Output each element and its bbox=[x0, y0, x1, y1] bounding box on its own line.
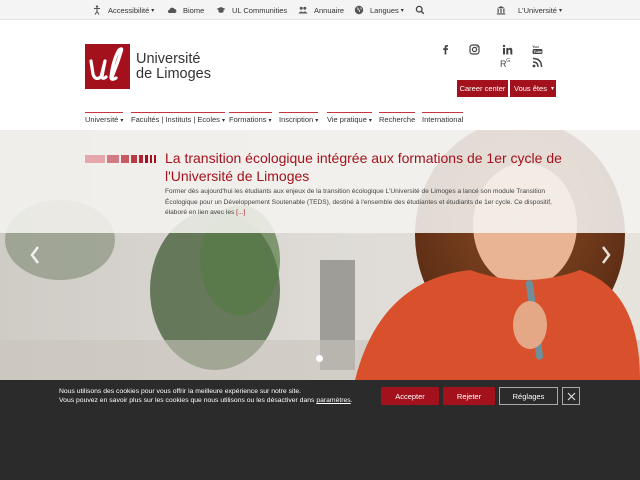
nav-item-recherche[interactable]: Recherche bbox=[379, 112, 416, 126]
brand-stripes-icon bbox=[85, 155, 156, 163]
chevron-down-icon: ▾ bbox=[551, 86, 555, 92]
accessibility-label: Accessibilité bbox=[108, 5, 150, 15]
nav-item-label: International bbox=[422, 115, 464, 124]
universite-label: L'Université bbox=[518, 5, 557, 15]
globe-icon bbox=[354, 5, 364, 15]
nav-item-label: Formations bbox=[229, 115, 267, 124]
chevron-down-icon: ▾ bbox=[120, 118, 124, 124]
institution-icon bbox=[496, 6, 506, 15]
carousel-next-button[interactable] bbox=[600, 245, 612, 271]
chevron-down-icon: ▾ bbox=[268, 118, 272, 124]
cookie-line-1: Nous utilisons des cookies pour vous off… bbox=[59, 388, 302, 395]
users-icon bbox=[298, 6, 308, 14]
accessibility-menu[interactable]: Accessibilité ▾ bbox=[92, 0, 154, 20]
nav-item-international[interactable]: International bbox=[422, 112, 464, 126]
cookie-line-2: Vous pouvez en savoir plus sur les cooki… bbox=[59, 396, 379, 405]
vous-etes-label: Vous êtes bbox=[514, 84, 547, 93]
nav-item-formations[interactable]: Formations ▾ bbox=[229, 112, 272, 126]
cookie-settings-link[interactable]: paramètres bbox=[316, 397, 350, 404]
cloud-icon bbox=[167, 7, 177, 14]
logo-wordmark: Université de Limoges bbox=[136, 50, 211, 82]
linkedin-icon[interactable] bbox=[502, 44, 513, 55]
chevron-down-icon: ▾ bbox=[558, 7, 562, 14]
graduation-cap-icon bbox=[216, 7, 226, 13]
chevron-down-icon: ▾ bbox=[151, 7, 155, 14]
chevron-left-icon bbox=[30, 246, 39, 264]
biome-label: Biome bbox=[183, 5, 205, 15]
youtube-icon[interactable]: You Tube bbox=[532, 44, 543, 55]
nav-item-universite[interactable]: Université ▾ bbox=[85, 112, 124, 126]
close-icon bbox=[567, 392, 575, 400]
accept-cookies-button[interactable]: Accepter bbox=[381, 387, 439, 405]
nav-item-vie-pratique[interactable]: Vie pratique ▾ bbox=[327, 112, 372, 126]
logo-mark bbox=[85, 44, 130, 89]
biome-link[interactable]: Biome bbox=[167, 0, 204, 20]
ul-communities-link[interactable]: UL Communities bbox=[216, 0, 287, 20]
cookie-line-2-text: Vous pouvez en savoir plus sur les cooki… bbox=[59, 397, 315, 404]
svg-text:G: G bbox=[506, 58, 510, 64]
svg-text:Tube: Tube bbox=[534, 50, 542, 54]
nav-item-label: Inscription bbox=[279, 115, 314, 124]
logo-line-1: Université bbox=[136, 50, 201, 67]
read-more-link[interactable]: [...] bbox=[236, 209, 245, 216]
ul-communities-label: UL Communities bbox=[232, 5, 288, 15]
instagram-icon[interactable] bbox=[469, 44, 480, 55]
hero-summary-text: Former dès aujourd'hui les étudiants aux… bbox=[165, 188, 552, 216]
chevron-down-icon: ▾ bbox=[400, 7, 404, 14]
annuaire-link[interactable]: Annuaire bbox=[298, 0, 344, 20]
cookie-message: Nous utilisons des cookies pour vous off… bbox=[59, 387, 379, 405]
chevron-right-icon bbox=[602, 246, 611, 264]
rss-icon[interactable] bbox=[532, 57, 543, 68]
accept-label: Accepter bbox=[395, 391, 425, 401]
chevron-down-icon: ▾ bbox=[368, 118, 372, 124]
search-icon bbox=[415, 5, 425, 15]
vous-etes-button[interactable]: Vous êtes ▾ bbox=[510, 80, 556, 97]
carousel-dot[interactable] bbox=[316, 355, 323, 362]
langues-label: Langues bbox=[370, 5, 399, 15]
hero-title[interactable]: La transition écologique intégrée aux fo… bbox=[165, 149, 565, 185]
nav-item-facultes[interactable]: Facultés | Instituts | Ecoles ▾ bbox=[131, 112, 225, 126]
ul-monogram-icon bbox=[89, 47, 124, 81]
universite-menu[interactable]: L'Université ▾ bbox=[496, 0, 562, 20]
reject-label: Rejeter bbox=[456, 391, 482, 401]
university-logo[interactable]: Université de Limoges bbox=[85, 44, 211, 89]
annuaire-label: Annuaire bbox=[314, 5, 345, 15]
cookie-line-2-end: . bbox=[350, 397, 353, 404]
close-cookie-banner-button[interactable] bbox=[562, 387, 580, 405]
langues-menu[interactable]: Langues ▾ bbox=[354, 0, 404, 20]
settings-label: Réglages bbox=[512, 391, 545, 401]
accessibility-icon bbox=[94, 5, 100, 15]
career-center-button[interactable]: Career center bbox=[457, 80, 508, 97]
career-center-label: Career center bbox=[459, 84, 506, 93]
logo-line-2: de Limoges bbox=[136, 65, 211, 82]
svg-text:You: You bbox=[532, 45, 539, 49]
top-utility-bar: Accessibilité ▾ Biome UL Communities Annu… bbox=[0, 0, 640, 20]
reject-cookies-button[interactable]: Rejeter bbox=[443, 387, 495, 405]
nav-item-label: Vie pratique bbox=[327, 115, 367, 124]
chevron-down-icon: ▾ bbox=[221, 118, 225, 124]
nav-item-inscription[interactable]: Inscription ▾ bbox=[279, 112, 319, 126]
hero-summary: Former dès aujourd'hui les étudiants aux… bbox=[165, 187, 555, 219]
researchgate-icon[interactable]: R G bbox=[500, 57, 511, 68]
nav-item-label: Facultés | Instituts | Ecoles bbox=[131, 115, 220, 124]
chevron-down-icon: ▾ bbox=[315, 118, 319, 124]
nav-item-label: Recherche bbox=[379, 115, 416, 124]
facebook-icon[interactable] bbox=[440, 44, 451, 55]
search-button[interactable] bbox=[415, 0, 431, 20]
carousel-prev-button[interactable] bbox=[29, 245, 41, 271]
cookie-settings-button[interactable]: Réglages bbox=[499, 387, 558, 405]
nav-item-label: Université bbox=[85, 115, 119, 124]
